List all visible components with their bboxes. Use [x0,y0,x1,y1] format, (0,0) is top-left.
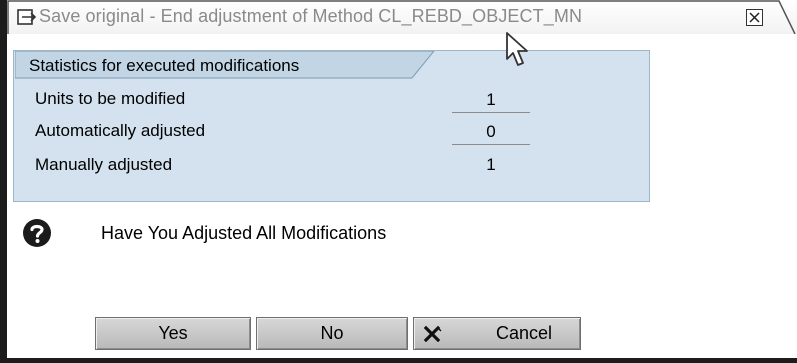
automatically-adjusted-value: 0 [452,120,530,145]
no-button-label: No [320,323,344,343]
dialog-window-icon [17,8,37,26]
title-bar: Save original - End adjustment of Method… [7,0,797,34]
close-icon [749,12,760,23]
manually-adjusted-value: 1 [486,155,496,174]
question-icon [22,218,52,248]
cancel-button[interactable]: Cancel [413,317,581,350]
statistics-header-label: Statistics for executed modifications [29,56,300,75]
no-button[interactable]: No [256,317,408,350]
automatically-adjusted-label: Automatically adjusted [35,121,206,140]
manually-adjusted-label: Manually adjusted [35,155,173,174]
confirmation-message: Have You Adjusted All Modifications [101,223,387,243]
yes-button-label: Yes [158,323,188,343]
units-to-be-modified-label: Units to be modified [35,89,186,108]
window-bottom-border [0,358,797,363]
cancel-x-icon [423,325,443,343]
window-left-border [0,0,7,363]
units-to-be-modified-value: 1 [452,88,530,113]
mouse-pointer-icon [505,31,531,69]
cancel-button-label: Cancel [496,323,553,343]
modal-dialog: Save original - End adjustment of Method… [0,0,797,363]
yes-button[interactable]: Yes [95,317,251,350]
close-button[interactable] [746,9,763,26]
dialog-title: Save original - End adjustment of Method… [39,6,583,26]
